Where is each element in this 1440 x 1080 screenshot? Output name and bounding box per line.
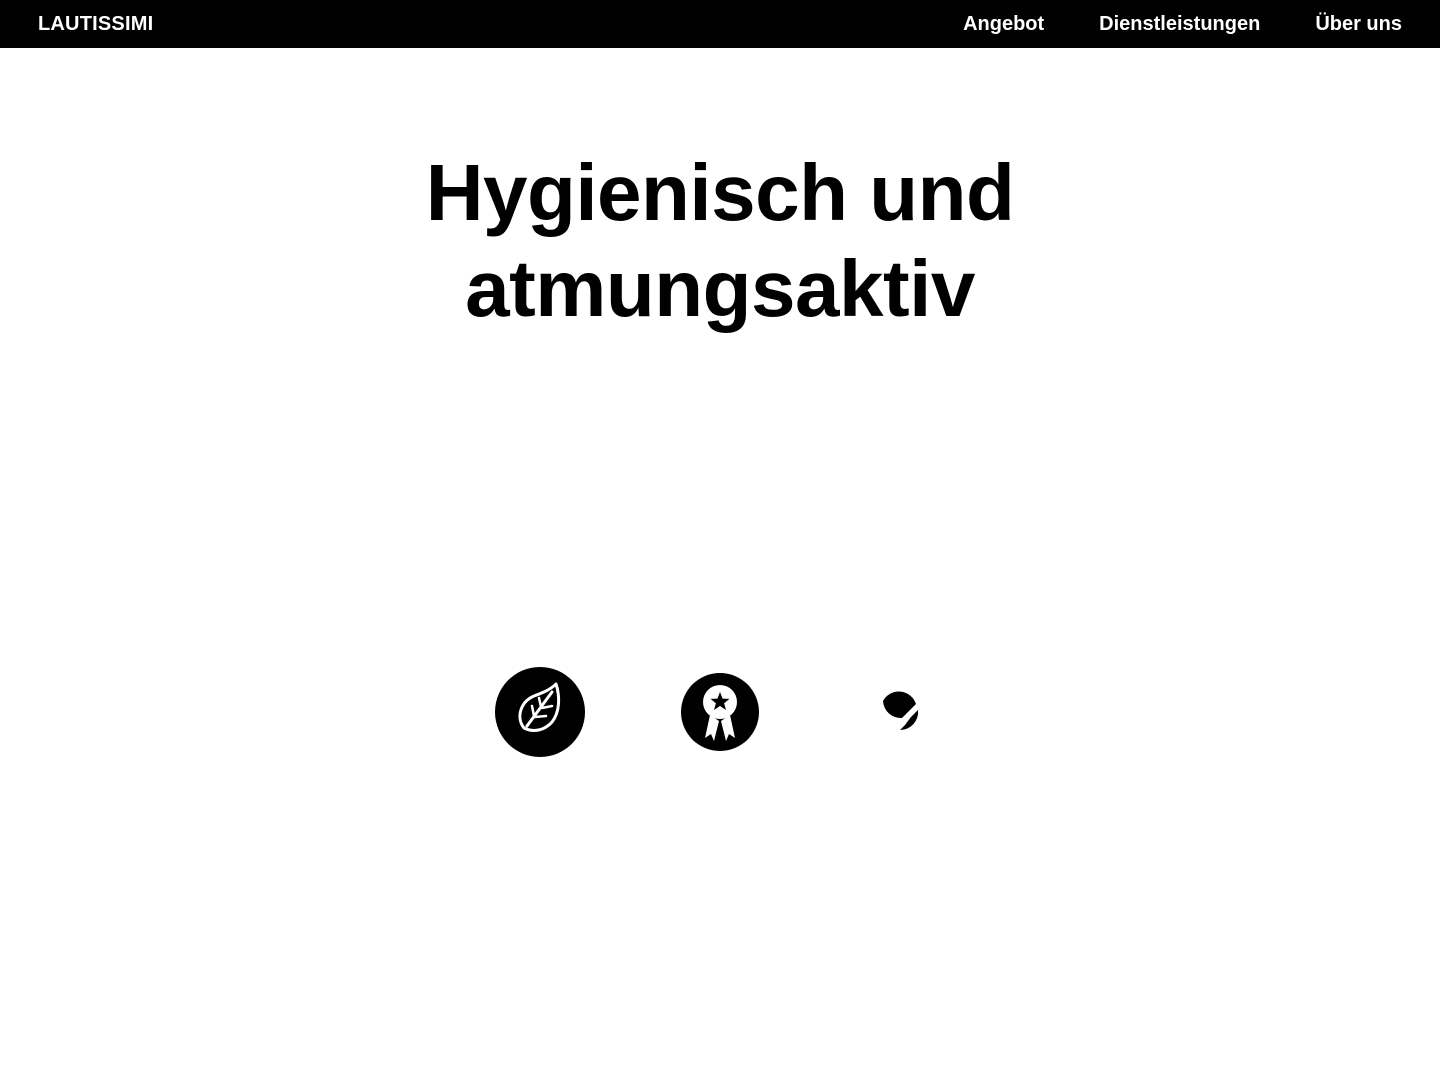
partial-circle-icon <box>854 666 946 758</box>
award-ribbon-icon <box>674 666 766 758</box>
feature-icons-row <box>0 666 1440 758</box>
hero-headline-line-1: Hygienisch und <box>425 148 1015 237</box>
nav-link-angebot[interactable]: Angebot <box>963 12 1044 36</box>
brand-logo-link[interactable]: LAUTISSIMI <box>38 12 153 36</box>
nav-link-ueber-uns[interactable]: Über uns <box>1315 12 1402 36</box>
nav-link-dienstleistungen[interactable]: Dienstleistungen <box>1099 12 1260 36</box>
hero-headline-line-2: atmungsaktiv <box>465 244 975 333</box>
top-navigation-bar: LAUTISSIMI Angebot Dienstleistungen Über… <box>0 0 1440 48</box>
main-nav: Angebot Dienstleistungen Über uns <box>963 12 1402 36</box>
leaf-icon <box>494 666 586 758</box>
hero-headline: Hygienisch und atmungsaktiv <box>0 145 1440 337</box>
